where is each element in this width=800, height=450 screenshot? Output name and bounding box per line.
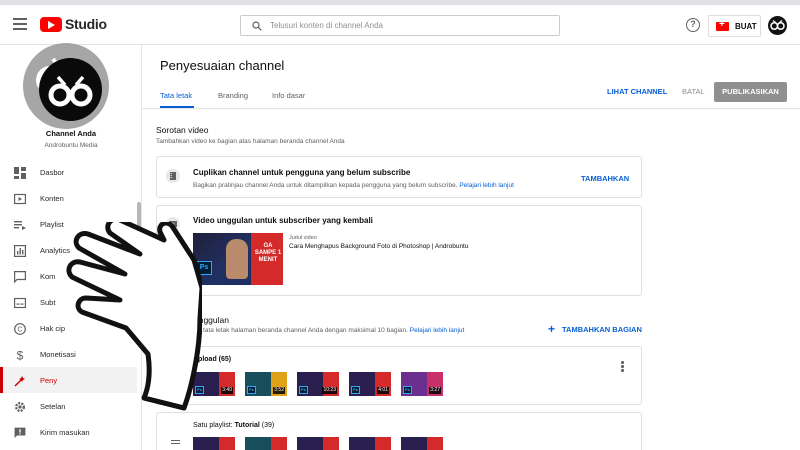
video-title-label: Judul video — [289, 235, 317, 241]
sidebar-item-content[interactable]: Konten — [0, 185, 137, 211]
top-app-bar: Studio ? BUAT — [0, 5, 800, 45]
sidebar-item-feedback[interactable]: Kirim masukan — [0, 419, 137, 445]
svg-text:C: C — [17, 327, 22, 334]
duration-badge: 3:27 — [429, 387, 441, 394]
search-input[interactable] — [270, 21, 550, 30]
playlist-icon — [14, 218, 26, 230]
sections-desc-text: an tata letak halaman beranda channel An… — [194, 327, 408, 334]
dashboard-icon — [14, 166, 26, 179]
menu-icon[interactable] — [13, 18, 27, 30]
trailer-card-description: Bagikan pratinjau channel Anda untuk dit… — [193, 182, 514, 189]
sections-learn-more-link[interactable]: Pelajari lebih lanjut — [410, 327, 465, 334]
copyright-icon: C — [14, 322, 26, 335]
upload-thumb[interactable]: Ps 3:27 — [401, 372, 443, 396]
search-box[interactable] — [240, 15, 560, 36]
duration-badge: 4:01 — [377, 387, 389, 394]
publish-button[interactable]: PUBLIKASIKAN — [714, 82, 787, 102]
account-avatar[interactable] — [768, 16, 787, 35]
thumb-person — [226, 239, 248, 279]
uploads-section-card: Upload (65) Ps 3:40 Ps 3:52 Ps 10:23 Ps 4:01… — [156, 346, 642, 405]
trailer-description-text: Bagikan pratinjau channel Anda untuk dit… — [193, 182, 458, 189]
featured-video-title: Cara Menghapus Background Foto di Photos… — [289, 243, 469, 250]
studio-logo[interactable]: Studio — [40, 16, 107, 32]
duration-badge: 3:40 — [221, 387, 233, 394]
channel-name: Channel Anda — [45, 129, 97, 138]
video-camera-plus-icon — [716, 19, 729, 31]
dollar-icon: $ — [14, 348, 26, 363]
main-content: Sorotan video Tambahkan video ke bagian … — [142, 110, 800, 450]
active-indicator — [0, 367, 3, 393]
androbuntu-logo — [48, 75, 93, 107]
plus-icon: + — [548, 322, 556, 336]
playlist-name: Tutorial — [234, 422, 260, 429]
more-vert-icon[interactable] — [621, 361, 624, 373]
subtitles-icon — [14, 296, 27, 309]
upload-thumb[interactable]: Ps 4:01 — [349, 372, 391, 396]
trailer-video-icon — [166, 169, 180, 183]
playlist-thumb[interactable] — [245, 437, 287, 450]
featured-video-thumbnail[interactable]: GA SAMPE 1 MENIT Ps — [193, 233, 283, 285]
question-circle-icon[interactable]: ? — [686, 18, 700, 32]
playlist-thumb[interactable] — [401, 437, 443, 450]
featured-video-card: Video unggulan untuk subscriber yang kem… — [156, 205, 642, 296]
channel-subtitle: Androbuntu Media — [44, 142, 98, 149]
create-label: BUAT — [735, 21, 757, 31]
page-header: Penyesuaian channel Tata letak Branding … — [142, 45, 800, 109]
trailer-learn-more-link[interactable]: Pelajari lebih lanjut — [459, 182, 514, 189]
playlist-section-card: Satu playlist: Tutorial (39) — [156, 412, 642, 450]
upload-thumb[interactable]: Ps 3:52 — [245, 372, 287, 396]
search-icon — [252, 20, 262, 31]
playlist-prefix: Satu playlist: — [193, 422, 235, 429]
add-section-label: TAMBAHKAN BAGIAN — [562, 324, 642, 334]
duration-badge: 3:52 — [273, 387, 285, 394]
androbuntu-logo-small — [770, 20, 785, 31]
playlist-count: (39) — [259, 422, 275, 429]
tab-branding[interactable]: Branding — [218, 91, 248, 100]
content-icon — [14, 192, 27, 205]
spotlight-section-title: Sorotan video — [156, 125, 209, 135]
duration-badge: 10:23 — [322, 387, 337, 394]
thumb-caption: GA SAMPE 1 MENIT — [254, 243, 282, 263]
gear-icon — [14, 400, 26, 412]
trailer-card-title: Cuplikan channel untuk pengguna yang bel… — [193, 168, 411, 177]
sidebar-item-label: Konten — [40, 193, 64, 203]
playlist-section-label: Satu playlist: Tutorial (39) — [193, 422, 274, 429]
feedback-icon — [14, 426, 26, 438]
comments-icon — [14, 270, 26, 284]
logo-text: Studio — [65, 16, 107, 32]
playlist-thumb[interactable] — [297, 437, 339, 450]
sidebar-item-label: Kirim masukan — [40, 427, 90, 437]
add-trailer-button[interactable]: TAMBAHKAN — [581, 174, 629, 183]
featured-sections-description: an tata letak halaman beranda channel An… — [194, 327, 464, 334]
cancel-button[interactable]: BATAL — [682, 87, 705, 96]
analytics-icon — [14, 244, 27, 258]
svg-text:$: $ — [17, 349, 24, 361]
tab-layout[interactable]: Tata letak — [160, 91, 192, 100]
playlist-thumb[interactable] — [193, 437, 235, 450]
youtube-play-icon — [40, 16, 62, 32]
customization-icon — [14, 374, 26, 387]
sidebar-item-label: Dasbor — [40, 167, 65, 177]
channel-trailer-card: Cuplikan channel untuk pengguna yang bel… — [156, 156, 642, 198]
create-button[interactable]: BUAT — [708, 15, 761, 37]
spotlight-section-description: Tambahkan video ke bagian atas halaman b… — [156, 138, 345, 145]
add-section-button[interactable]: + TAMBAHKAN BAGIAN — [548, 322, 642, 336]
page-title: Penyesuaian channel — [160, 58, 285, 73]
upload-thumb[interactable]: Ps 10:23 — [297, 372, 339, 396]
pointing-hand-illustration — [66, 222, 202, 411]
view-channel-button[interactable]: LIHAT CHANNEL — [607, 87, 667, 96]
active-tab-underline — [160, 106, 194, 108]
featured-card-title: Video unggulan untuk subscriber yang kem… — [193, 216, 373, 225]
playlist-thumb[interactable] — [349, 437, 391, 450]
sidebar-item-dashboard[interactable]: Dasbor — [0, 159, 137, 185]
tab-basic-info[interactable]: Info dasar — [272, 91, 305, 100]
channel-avatar[interactable] — [39, 58, 102, 121]
drag-handle-icon[interactable] — [171, 440, 180, 446]
